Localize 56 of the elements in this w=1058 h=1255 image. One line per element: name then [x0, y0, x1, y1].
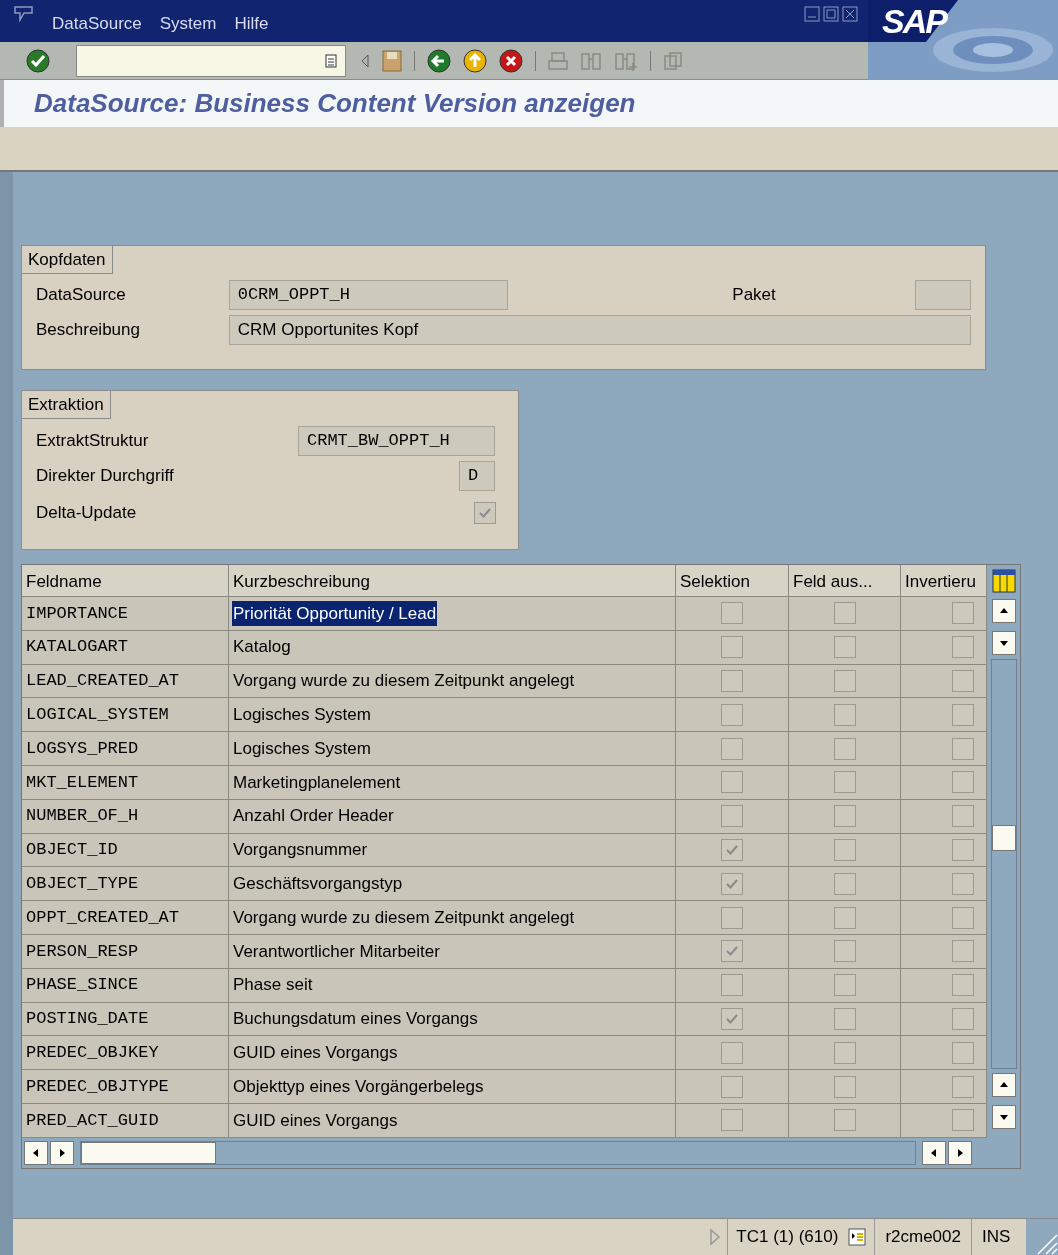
- field-label: DataSource: [36, 284, 127, 307]
- table-cell: PERSON_RESP: [22, 934, 229, 969]
- table-cell-text: Objekttyp eines Vorgängerbelegs: [232, 1075, 485, 1098]
- logo: SAP: [882, 1, 946, 41]
- table-cell: POSTING_DATE: [22, 1002, 229, 1037]
- table-cell: KATALOGART: [22, 630, 229, 665]
- table-cell-text: Katalog: [232, 636, 292, 659]
- table-cell-text: Vorgang wurde zu diesem Zeitpunkt angelegt: [232, 670, 576, 693]
- table-cell: OBJECT_TYPE: [22, 867, 229, 902]
- table-cell: NUMBER_OF_H: [22, 799, 229, 834]
- table-cell-text: Buchungsdatum eines Vorgangs: [232, 1008, 479, 1031]
- table-cell-text: Verantwortlicher Mitarbeiter: [232, 940, 441, 963]
- field-label: Paket: [732, 284, 777, 307]
- session-info: TC1 (1) (610): [736, 1226, 839, 1249]
- table-cell: OBJECT_ID: [22, 833, 229, 868]
- table-cell-text: Anzahl Order Header: [232, 805, 395, 828]
- field-label: ExtraktStruktur: [36, 430, 150, 453]
- group-legend: Extraktion: [22, 391, 111, 419]
- table-cell-text: Logisches System: [232, 737, 372, 760]
- description-field[interactable]: CRM Opportunites Kopf: [228, 315, 971, 345]
- direct-access-field[interactable]: D: [459, 461, 495, 491]
- table-cell: OPPT_CREATED_AT: [22, 901, 229, 935]
- column-header[interactable]: Feldname: [22, 565, 229, 597]
- table-cell-text: Logisches System: [232, 704, 372, 727]
- column-header[interactable]: Feld aus...: [789, 565, 901, 597]
- extract-structure-field[interactable]: CRMT_BW_OPPT_H: [298, 426, 495, 456]
- group-legend: Kopfdaten: [22, 246, 113, 274]
- table-cell: PREDEC_OBJTYPE: [22, 1070, 229, 1104]
- table-cell: LEAD_CREATED_AT: [22, 664, 229, 699]
- field-label: Beschreibung: [36, 319, 141, 342]
- table-cell-text: Vorgang wurde zu diesem Zeitpunkt angelegt: [232, 906, 576, 929]
- column-header[interactable]: Selektion: [676, 565, 789, 597]
- table-cell: LOGSYS_PRED: [22, 732, 229, 766]
- table-cell-text: Phase seit: [232, 974, 314, 997]
- table-cell-text: Marketingplanelement: [232, 771, 402, 794]
- table-cell: PHASE_SINCE: [22, 968, 229, 1003]
- table-cell: Priorität Opportunity / Lead: [232, 600, 438, 627]
- table-cell-text: Vorgangsnummer: [232, 839, 369, 862]
- field-label: Direkter Durchgriff: [36, 465, 175, 488]
- menu-item[interactable]: DataSource: [52, 10, 142, 36]
- table-cell: LOGICAL_SYSTEM: [22, 698, 229, 733]
- table-cell: PRED_ACT_GUID: [22, 1103, 229, 1138]
- screen-title: DataSource: Business Content Version anzeigen: [34, 87, 636, 120]
- datasource-field[interactable]: 0CRM_OPPT_H: [228, 280, 509, 310]
- table-cell-text: GUID eines Vorgangs: [232, 1042, 399, 1064]
- column-header[interactable]: Kurzbeschreibung: [229, 565, 676, 597]
- table-cell: IMPORTANCE: [22, 597, 229, 631]
- field-label: Delta-Update: [36, 502, 138, 525]
- table-cell: PREDEC_OBJKEY: [22, 1036, 229, 1071]
- table-cell-text: GUID eines Vorgangs: [232, 1109, 399, 1132]
- server-name: r2cme002: [874, 1219, 971, 1255]
- menu-item[interactable]: Hilfe: [234, 10, 269, 36]
- column-header[interactable]: Invertieru: [901, 565, 987, 597]
- table-cell-text: Geschäftsvorgangstyp: [232, 873, 404, 895]
- menu-item[interactable]: System: [159, 10, 217, 36]
- table-cell: MKT_ELEMENT: [22, 766, 229, 800]
